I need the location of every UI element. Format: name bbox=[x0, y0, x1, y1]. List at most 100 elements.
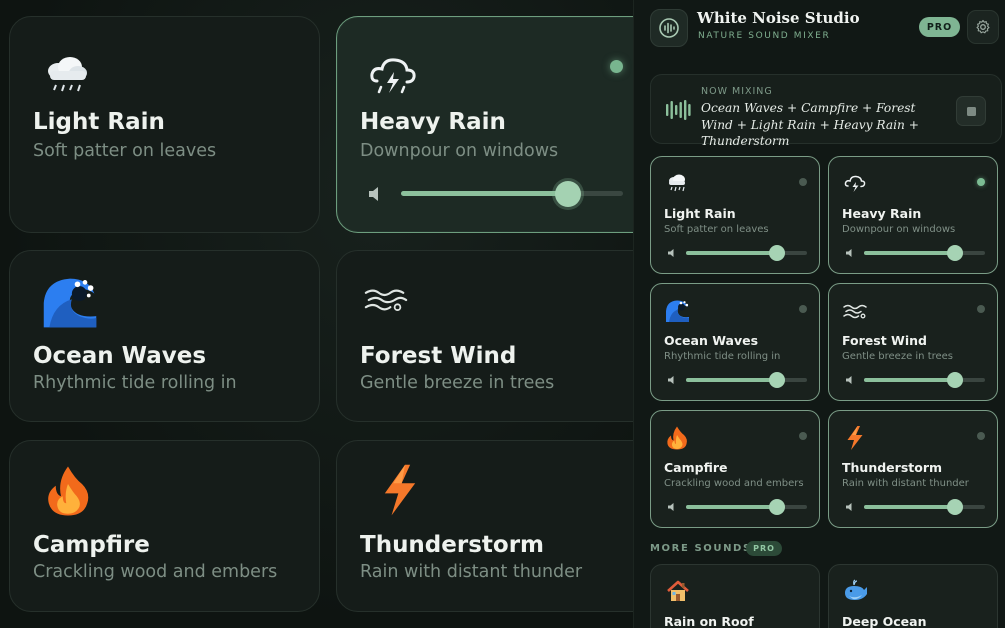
now-mixing-bar: NOW MIXING Ocean Waves + Campfire + Fore… bbox=[650, 74, 1002, 148]
stop-icon bbox=[966, 106, 976, 116]
zoom-card-subtitle: Rain with distant thunder bbox=[360, 562, 583, 582]
sound-status-dot bbox=[977, 432, 985, 440]
zoom-card-forest-wind[interactable]: Forest Wind Gentle breeze in trees bbox=[336, 250, 633, 422]
volume-slider-knob[interactable] bbox=[946, 372, 963, 388]
sound-subtitle: Rhythmic tide rolling in bbox=[664, 351, 781, 362]
zoom-card-subtitle: Soft patter on leaves bbox=[33, 141, 217, 161]
volume-slider[interactable] bbox=[864, 245, 985, 261]
volume-slider[interactable] bbox=[686, 245, 807, 261]
cloud-rain-icon bbox=[669, 174, 685, 192]
sound-card-heavy-rain[interactable]: Heavy Rain Downpour on windows bbox=[828, 156, 998, 274]
zoom-card-title: Thunderstorm bbox=[360, 532, 545, 558]
wave-icon bbox=[666, 300, 689, 322]
zoom-card-campfire[interactable]: Campfire Crackling wood and embers bbox=[9, 440, 320, 612]
cloud-storm-icon bbox=[844, 175, 866, 192]
app-logo bbox=[650, 9, 688, 47]
volume-icon bbox=[846, 503, 852, 511]
volume-slider[interactable] bbox=[864, 499, 985, 515]
zoomed-sound-grid: Light Rain Soft patter on leaves Heavy R… bbox=[0, 0, 633, 628]
volume-slider-knob[interactable] bbox=[768, 245, 785, 261]
sound-subtitle: Downpour on windows bbox=[842, 224, 956, 235]
volume-slider-fill bbox=[864, 251, 955, 255]
sound-card-campfire[interactable]: Campfire Crackling wood and embers bbox=[650, 410, 820, 528]
sound-title: Heavy Rain bbox=[842, 206, 922, 221]
active-indicator bbox=[610, 60, 623, 73]
sound-status-dot bbox=[799, 432, 807, 440]
volume-slider-knob[interactable] bbox=[554, 180, 581, 207]
pro-badge[interactable]: PRO bbox=[919, 17, 960, 37]
volume-slider[interactable] bbox=[686, 372, 807, 388]
settings-button[interactable] bbox=[967, 10, 999, 44]
app-title: White Noise Studio bbox=[697, 9, 860, 27]
equalizer-icon bbox=[666, 100, 691, 120]
zoom-card-title: Campfire bbox=[33, 532, 150, 558]
zoom-card-light-rain[interactable]: Light Rain Soft patter on leaves bbox=[9, 16, 320, 233]
more-sound-card-rain-on-roof[interactable]: Rain on Roof bbox=[650, 564, 820, 628]
volume-icon bbox=[369, 187, 378, 201]
volume-slider[interactable] bbox=[864, 372, 985, 388]
sound-card-thunderstorm[interactable]: Thunderstorm Rain with distant thunder bbox=[828, 410, 998, 528]
sound-subtitle: Gentle breeze in trees bbox=[842, 351, 954, 362]
volume-slider[interactable] bbox=[686, 499, 807, 515]
sound-title: Thunderstorm bbox=[842, 460, 943, 475]
fire-icon bbox=[667, 426, 687, 450]
zoom-card-title: Heavy Rain bbox=[360, 109, 506, 135]
lightning-icon bbox=[384, 464, 416, 516]
more-sound-title: Rain on Roof bbox=[664, 614, 754, 628]
app-subtitle: NATURE SOUND MIXER bbox=[698, 31, 831, 41]
volume-icon bbox=[668, 503, 674, 511]
zoom-card-title: Forest Wind bbox=[360, 343, 517, 369]
zoom-card-title: Ocean Waves bbox=[33, 343, 207, 369]
sound-title: Ocean Waves bbox=[664, 333, 759, 348]
sound-status-dot bbox=[799, 305, 807, 313]
more-sounds-label: MORE SOUNDS bbox=[650, 543, 752, 554]
volume-slider-fill bbox=[686, 251, 777, 255]
sound-card-forest-wind[interactable]: Forest Wind Gentle breeze in trees bbox=[828, 283, 998, 401]
volume-slider-knob[interactable] bbox=[768, 372, 785, 388]
sound-card-ocean-waves[interactable]: Ocean Waves Rhythmic tide rolling in bbox=[650, 283, 820, 401]
sound-card-light-rain[interactable]: Light Rain Soft patter on leaves bbox=[650, 156, 820, 274]
volume-slider-knob[interactable] bbox=[946, 499, 963, 515]
lightning-icon bbox=[847, 426, 863, 450]
zoom-card-heavy-rain[interactable]: Heavy Rain Downpour on windows bbox=[336, 16, 633, 233]
sound-subtitle: Rain with distant thunder bbox=[842, 478, 969, 489]
sound-subtitle: Crackling wood and embers bbox=[664, 478, 804, 489]
volume-icon bbox=[668, 376, 674, 384]
sound-status-dot bbox=[977, 178, 985, 186]
volume-slider-fill bbox=[864, 505, 955, 509]
volume-icon bbox=[668, 249, 674, 257]
more-sound-card-deep-ocean[interactable]: Deep Ocean bbox=[828, 564, 998, 628]
house-icon bbox=[667, 580, 689, 601]
sound-title: Campfire bbox=[664, 460, 728, 475]
volume-slider-knob[interactable] bbox=[946, 245, 963, 261]
whale-icon bbox=[845, 579, 867, 600]
sound-status-dot bbox=[799, 178, 807, 186]
volume-slider-fill bbox=[401, 191, 568, 196]
sound-title: Forest Wind bbox=[842, 333, 927, 348]
volume-slider[interactable] bbox=[401, 180, 623, 207]
volume-icon bbox=[846, 376, 852, 384]
now-mixing-label: NOW MIXING bbox=[701, 86, 773, 97]
gear-icon bbox=[976, 19, 990, 34]
sound-subtitle: Soft patter on leaves bbox=[664, 224, 769, 235]
volume-slider-knob[interactable] bbox=[768, 499, 785, 515]
fire-icon bbox=[48, 466, 89, 516]
zoom-card-title: Light Rain bbox=[33, 109, 165, 135]
zoom-card-subtitle: Crackling wood and embers bbox=[33, 562, 278, 582]
sound-wave-logo-icon bbox=[659, 18, 679, 38]
now-mixing-list: Ocean Waves + Campfire + Forest Wind + L… bbox=[701, 101, 919, 148]
zoom-card-thunderstorm[interactable]: Thunderstorm Rain with distant thunder bbox=[336, 440, 633, 612]
volume-slider-fill bbox=[686, 505, 777, 509]
cloud-storm-icon bbox=[370, 58, 416, 94]
cloud-rain-icon bbox=[48, 57, 87, 92]
sound-title: Light Rain bbox=[664, 206, 736, 221]
more-sound-title: Deep Ocean bbox=[842, 614, 927, 628]
more-sounds-pro-badge: PRO bbox=[746, 541, 782, 556]
zoom-card-subtitle: Gentle breeze in trees bbox=[360, 373, 555, 393]
mixer-panel: White Noise Studio NATURE SOUND MIXER PR… bbox=[633, 0, 1005, 628]
volume-slider-fill bbox=[864, 378, 955, 382]
zoom-card-ocean-waves[interactable]: Ocean Waves Rhythmic tide rolling in bbox=[9, 250, 320, 422]
wave-icon bbox=[43, 278, 97, 328]
stop-button[interactable] bbox=[956, 96, 986, 126]
zoom-card-subtitle: Downpour on windows bbox=[360, 141, 559, 161]
